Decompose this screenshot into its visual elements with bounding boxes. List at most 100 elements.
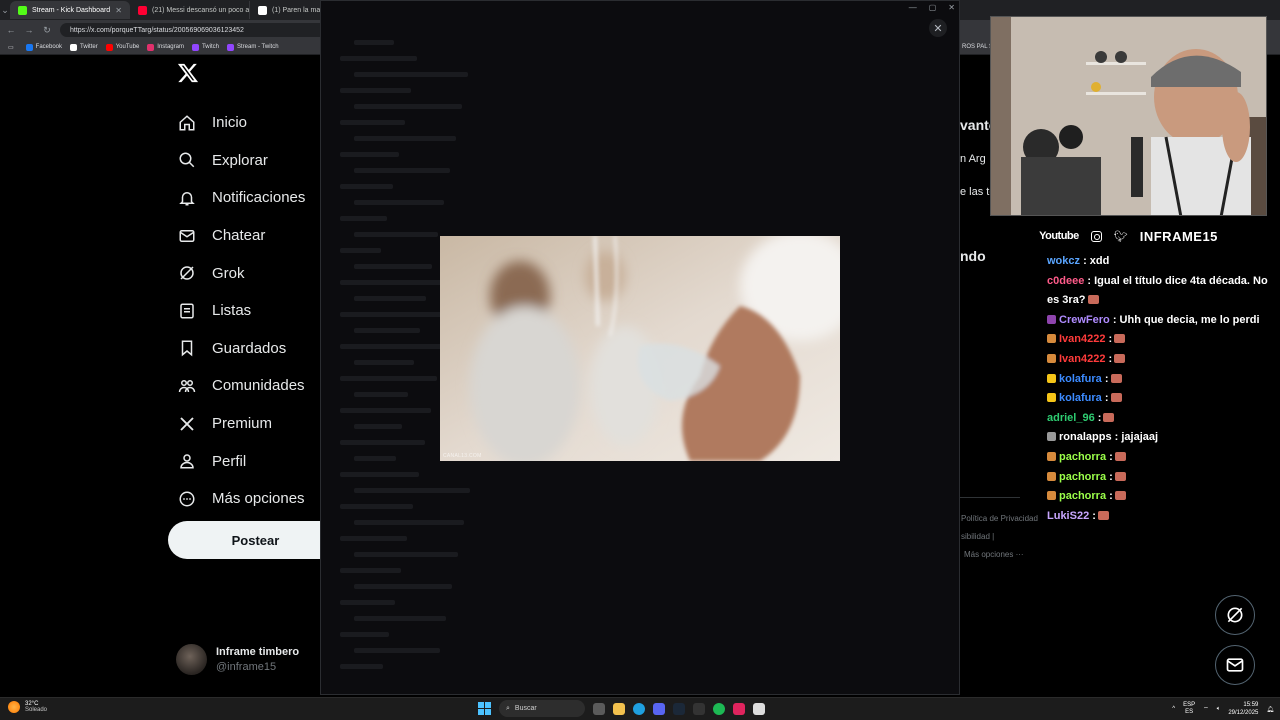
bookmark-item[interactable]: Twitter [66, 43, 102, 51]
blurred-content-line [354, 488, 470, 493]
task-view-icon[interactable] [593, 702, 605, 715]
maximize-icon[interactable]: ▢ [929, 3, 937, 12]
app-icon[interactable] [693, 702, 705, 715]
chat-badge-icon [1047, 334, 1056, 344]
account-name: Inframe timbero [216, 646, 300, 658]
emote-icon [1114, 491, 1126, 501]
sidebar-item-explorar[interactable]: Explorar [168, 142, 320, 180]
url-field[interactable]: https://x.com/porqueTTarg/status/2005690… [60, 23, 340, 37]
browser-tab[interactable]: (21) Messi descansó un poco a Du✕ [130, 1, 250, 19]
chat-badge-icon [1047, 451, 1056, 461]
sidebar-item-guardados[interactable]: Guardados [168, 330, 320, 368]
chat-username[interactable]: ronalapps [1059, 431, 1112, 443]
accessibility-link[interactable]: sibilidad | [961, 532, 994, 541]
chat-username[interactable]: LukiS22 [1047, 510, 1089, 522]
tab-close-icon[interactable]: ✕ [115, 6, 122, 15]
chat-text: : [1104, 372, 1109, 385]
bookmark-item[interactable]: YouTube [102, 43, 144, 51]
back-icon[interactable]: ← [6, 25, 16, 35]
x-sidebar: Inicio Explorar Notificaciones Chatear Grok L… [168, 62, 320, 518]
chat-username[interactable]: pachorra [1059, 490, 1106, 502]
blurred-content-line [354, 328, 420, 333]
video-frame[interactable] [440, 236, 840, 461]
spotify-icon[interactable] [713, 702, 725, 715]
chat-username[interactable]: kolafura [1059, 392, 1102, 404]
taskbar-search[interactable]: ⌕ Buscar [499, 700, 585, 717]
steam-icon[interactable] [673, 702, 685, 715]
sidebar-item-perfil[interactable]: Perfil [168, 442, 320, 480]
discord-icon[interactable] [653, 702, 665, 715]
clock[interactable]: 15:59 29/12/2025 [1228, 701, 1258, 717]
more-options-link[interactable]: Más opciones ··· [964, 550, 1024, 559]
sidebar-item-chatear[interactable]: Chatear [168, 217, 320, 255]
chat-message: pachorra : [1047, 487, 1277, 507]
obs-icon[interactable] [733, 702, 745, 715]
language-indicator[interactable]: ESP ES [1183, 702, 1195, 716]
notepad-icon[interactable] [753, 702, 765, 715]
sun-icon [8, 701, 20, 713]
windows-start-icon[interactable] [478, 702, 491, 715]
bookmark-item[interactable]: Instagram [143, 43, 188, 51]
tab-list-icon[interactable]: ⌄ [0, 5, 10, 16]
x-logo-icon[interactable] [177, 62, 205, 92]
stream-social-bar: Youtube 🐦︎ INFRAME15 [990, 216, 1267, 256]
account-switcher[interactable]: Inframe timbero @inframe15 [176, 644, 299, 675]
sidebar-item-grok[interactable]: Grok [168, 254, 320, 292]
bell-icon [179, 191, 195, 206]
chat-username[interactable]: Ivan4222 [1059, 333, 1105, 345]
wifi-icon[interactable]: ⌔ [1203, 705, 1209, 713]
weather-desc: Soleado [25, 707, 48, 713]
blurred-content-line [340, 632, 389, 637]
volume-icon[interactable]: 🔈︎ [1217, 706, 1221, 713]
close-icon[interactable]: ✕ [929, 19, 947, 37]
minimize-icon[interactable]: — [909, 3, 917, 12]
chat-badge-icon [1047, 353, 1056, 363]
sidebar-item-inicio[interactable]: Inicio [168, 104, 320, 142]
tab-favicon-icon [18, 5, 27, 15]
apps-icon[interactable]: ▭ [4, 44, 18, 51]
list-icon [180, 303, 194, 319]
privacy-link[interactable]: Política de Privacidad [961, 514, 1038, 523]
sidebar-item-premium[interactable]: Premium [168, 405, 320, 443]
grok-button[interactable] [1215, 595, 1255, 635]
mail-icon [1226, 658, 1244, 672]
chat-text: : [1109, 490, 1113, 503]
blurred-content-line [340, 504, 413, 509]
chat-username[interactable]: pachorra [1059, 451, 1106, 463]
blurred-content-line [340, 344, 443, 349]
chat-username[interactable]: Ivan4222 [1059, 353, 1105, 365]
messages-button[interactable] [1215, 645, 1255, 685]
chat-message: ronalapps : jajajaaj [1047, 428, 1277, 448]
weather-widget[interactable]: 32°C Soleado [8, 701, 47, 713]
chat-username[interactable]: pachorra [1059, 471, 1106, 483]
chat-username[interactable]: adriel_96 [1047, 412, 1095, 424]
post-button[interactable]: Postear [168, 521, 343, 559]
sidebar-item-label: Notificaciones [212, 189, 306, 207]
close-window-icon[interactable]: ✕ [948, 3, 955, 12]
bookmark-item[interactable]: Stream - Twitch [223, 43, 283, 51]
blurred-content-line [340, 440, 425, 445]
sidebar-item-notificaciones[interactable]: Notificaciones [168, 179, 320, 217]
chat-username[interactable]: c0deee [1047, 275, 1084, 287]
tray-chevron-icon[interactable]: ^ [1172, 706, 1175, 712]
screen: ⌄ Stream - Kick Dashboard ✕ (21) Messi des… [0, 0, 1280, 720]
chat-username[interactable]: CrewFero [1059, 314, 1110, 326]
sidebar-item-listas[interactable]: Listas [168, 292, 320, 330]
bookmark-item[interactable]: Twitch [188, 43, 223, 51]
bookmark-favicon-icon [25, 43, 33, 51]
forward-icon[interactable]: → [24, 25, 34, 35]
file-explorer-icon[interactable] [613, 702, 625, 715]
chat-username[interactable]: wokcz [1047, 255, 1080, 267]
edge-icon[interactable] [633, 702, 645, 715]
bookmark-item[interactable]: Facebook [22, 43, 66, 51]
blurred-content-line [354, 456, 396, 461]
reload-icon[interactable]: ↻ [42, 25, 52, 36]
browser-tab[interactable]: Stream - Kick Dashboard ✕ [10, 1, 130, 19]
sidebar-item-más-opciones[interactable]: Más opciones [168, 480, 320, 518]
emote-icon [1114, 353, 1126, 363]
emote-icon [1114, 471, 1126, 481]
notification-bell-icon[interactable]: 🔔︎ [1266, 706, 1274, 713]
blurred-content-line [340, 312, 449, 317]
chat-username[interactable]: kolafura [1059, 373, 1102, 385]
sidebar-item-comunidades[interactable]: Comunidades [168, 367, 320, 405]
